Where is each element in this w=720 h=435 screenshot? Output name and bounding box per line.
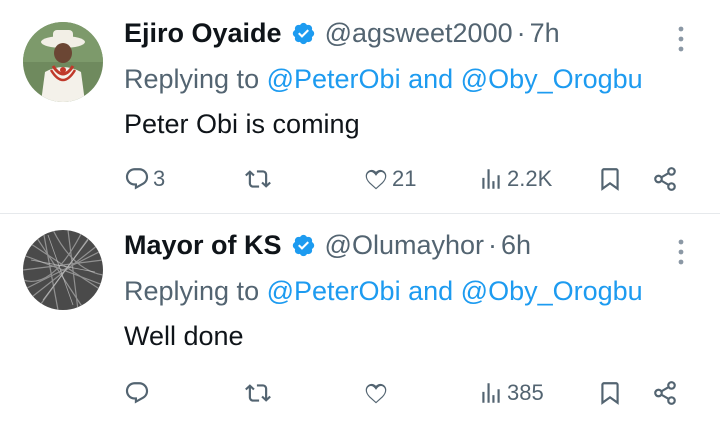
tweet[interactable]: Ejiro Oyaide @agsweet2000 · 7h Replying … xyxy=(0,0,720,214)
bookmark-button[interactable] xyxy=(597,162,623,196)
avatar-image xyxy=(23,230,103,310)
like-count: 21 xyxy=(392,166,417,191)
mention-link[interactable]: @PeterObi xyxy=(267,276,401,306)
share-icon xyxy=(654,167,676,191)
reply-icon xyxy=(125,382,149,404)
avatar[interactable] xyxy=(23,230,103,310)
reply-icon xyxy=(125,168,149,190)
views-icon xyxy=(482,169,500,189)
avatar[interactable] xyxy=(23,22,103,102)
mention-link[interactable]: @PeterObi xyxy=(267,64,401,94)
tweet[interactable]: Mayor of KS @Olumayhor · 6h Replying to … xyxy=(0,214,720,435)
tweet-text: Well done xyxy=(124,321,244,351)
tweet-actions: 385 xyxy=(0,376,720,410)
retweet-icon xyxy=(245,384,271,402)
mention-link[interactable]: @Oby_Orogbu xyxy=(461,64,643,94)
and-connector: and xyxy=(408,64,454,94)
display-name[interactable]: Ejiro Oyaide xyxy=(124,18,282,49)
retweet-icon xyxy=(245,170,271,188)
tweet-text: Peter Obi is coming xyxy=(124,109,360,139)
like-button[interactable]: 21 xyxy=(363,162,416,196)
mention-link[interactable]: @Oby_Orogbu xyxy=(461,276,643,306)
timestamp[interactable]: 7h xyxy=(530,18,560,49)
verified-badge-icon[interactable] xyxy=(291,233,316,258)
and-connector: and xyxy=(408,276,454,306)
views-count: 385 xyxy=(507,380,544,405)
views-button[interactable]: 2.2K xyxy=(478,162,552,196)
heart-icon xyxy=(365,383,387,404)
tweet-header: Ejiro Oyaide @agsweet2000 · 7h xyxy=(124,18,560,49)
separator-dot: · xyxy=(488,230,497,260)
separator-dot: · xyxy=(516,18,526,48)
retweet-button[interactable] xyxy=(245,376,274,410)
share-icon xyxy=(654,381,676,405)
replying-to-line: Replying to @PeterObi and @Oby_Orogbu xyxy=(124,276,643,307)
avatar-image xyxy=(23,22,103,102)
tweet-header: Mayor of KS @Olumayhor · 6h xyxy=(124,230,531,261)
heart-icon xyxy=(365,169,387,190)
user-handle[interactable]: @agsweet2000 xyxy=(325,18,513,49)
replying-prefix: Replying to xyxy=(124,64,260,94)
replying-to-line: Replying to @PeterObi and @Oby_Orogbu xyxy=(124,64,643,95)
timestamp[interactable]: 6h xyxy=(501,230,531,261)
reply-button[interactable] xyxy=(124,376,153,410)
reply-button[interactable]: 3 xyxy=(124,162,165,196)
user-handle[interactable]: @Olumayhor xyxy=(325,230,484,261)
tweet-actions: 3 21 2.2K xyxy=(0,162,720,196)
views-count: 2.2K xyxy=(507,166,553,191)
retweet-button[interactable] xyxy=(245,162,274,196)
like-button[interactable] xyxy=(363,376,392,410)
bookmark-button[interactable] xyxy=(597,376,623,410)
more-vertical-icon[interactable] xyxy=(671,24,691,54)
share-button[interactable] xyxy=(652,162,678,196)
share-button[interactable] xyxy=(652,376,678,410)
verified-badge-icon[interactable] xyxy=(291,21,316,46)
bookmark-icon xyxy=(601,168,619,191)
views-button[interactable]: 385 xyxy=(478,376,544,410)
bookmark-icon xyxy=(601,382,619,405)
views-icon xyxy=(482,383,500,403)
replying-prefix: Replying to xyxy=(124,276,260,306)
display-name[interactable]: Mayor of KS xyxy=(124,230,282,261)
more-vertical-icon[interactable] xyxy=(671,237,691,267)
reply-count: 3 xyxy=(153,166,166,191)
